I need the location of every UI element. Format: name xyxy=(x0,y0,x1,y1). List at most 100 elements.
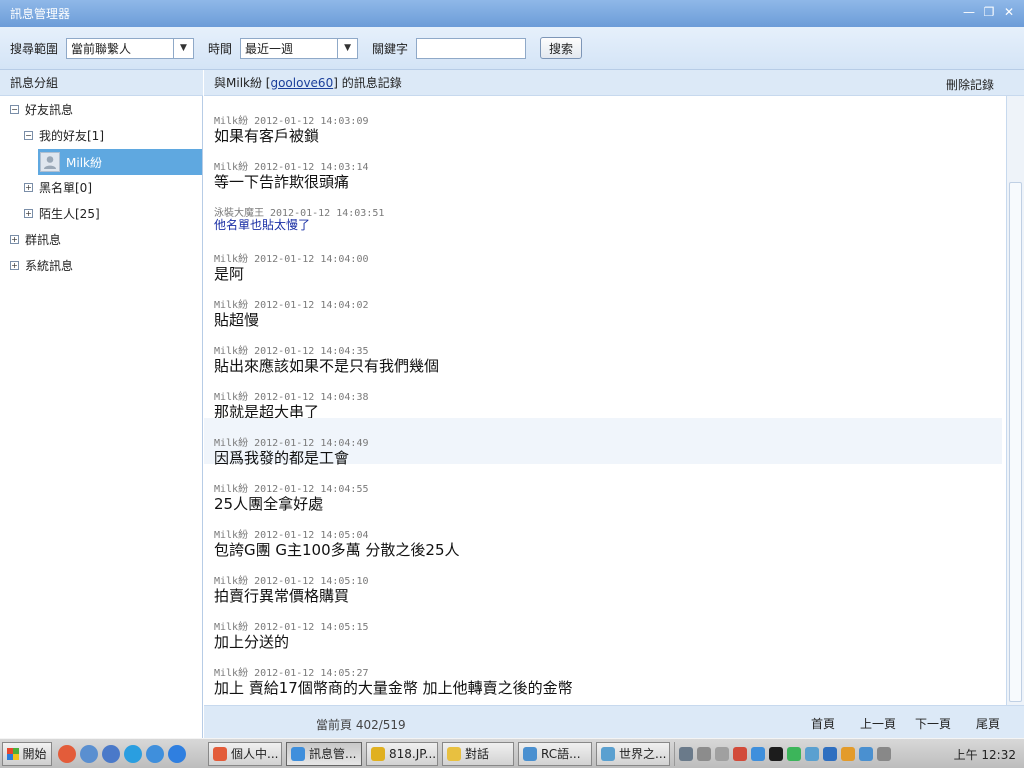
expand-icon[interactable]: + xyxy=(10,234,19,244)
group-header-label: 訊息分組 xyxy=(10,76,59,90)
message-item: Milk紛 2012-01-12 14:03:09 如果有客戶被鎖 xyxy=(204,96,1002,145)
taskbar-button[interactable]: 對話 xyxy=(442,741,514,766)
tray-icon[interactable] xyxy=(697,747,711,761)
tray-icon[interactable] xyxy=(733,747,747,761)
history-header-prefix: 與Milk紛 [ xyxy=(214,76,271,90)
time-select[interactable]: 最近一週 ▼ xyxy=(240,37,359,59)
window-title: 訊息管理器 xyxy=(10,7,71,21)
expand-icon[interactable]: + xyxy=(24,182,33,192)
minimize-icon[interactable]: — xyxy=(962,5,976,19)
keyword-input[interactable] xyxy=(416,37,527,59)
app-icon xyxy=(447,746,461,761)
taskbar-button[interactable]: 世界之... xyxy=(596,741,670,766)
scrollbar-thumb[interactable] xyxy=(1009,182,1022,702)
tree-item-strangers[interactable]: + 陌生人[25] xyxy=(24,200,100,226)
scope-label: 搜尋範圍 xyxy=(10,41,59,56)
system-tray: 上午 12:32 xyxy=(674,742,1024,766)
delete-records-button[interactable]: 刪除記錄 xyxy=(946,76,994,93)
taskbar-button[interactable]: RC語... xyxy=(518,741,592,766)
tree-item-groups[interactable]: + 群訊息 xyxy=(10,226,61,252)
taskbar-button-label: 世界之... xyxy=(619,747,667,761)
expand-icon[interactable]: + xyxy=(24,208,33,218)
message-text: 他名單也貼太慢了 xyxy=(214,218,311,232)
next-page-button[interactable]: 下一頁 xyxy=(915,715,951,732)
message-time: 2012-01-12 14:04:00 xyxy=(254,254,369,265)
task-buttons: 個人中... 訊息管... 818.JP... 對話 RC語... 世界之... xyxy=(204,741,670,766)
message-item: Milk紛 2012-01-12 14:05:27 加上 賣給17個幣商的大量金幣 … xyxy=(204,648,1002,697)
group-header: 訊息分組 xyxy=(0,70,203,96)
close-icon[interactable]: ✕ xyxy=(1002,5,1016,19)
group-tree: − 好友訊息 − 我的好友[1] Milk紛 + 黑名單[0] + 陌生人[25… xyxy=(0,96,203,738)
skype-icon[interactable] xyxy=(124,744,142,763)
tree-item-my-friends[interactable]: − 我的好友[1] xyxy=(24,122,104,148)
search-toolbar: 搜尋範圍 當前聯繫人 ▼ 時間 最近一週 ▼ 關鍵字 搜索 xyxy=(0,27,1024,70)
chevron-down-icon[interactable]: ▼ xyxy=(337,38,357,58)
scrollbar[interactable] xyxy=(1006,96,1024,705)
chevron-down-icon[interactable]: ▼ xyxy=(173,38,193,58)
collapse-icon[interactable]: − xyxy=(24,130,33,140)
start-button[interactable]: 開始 xyxy=(2,741,52,766)
taskbar-button-label: RC語... xyxy=(541,747,581,761)
tree-item-contact[interactable]: Milk紛 xyxy=(38,149,202,175)
tree-item-label: 陌生人[25] xyxy=(39,206,100,221)
tree-item-label: 黑名單[0] xyxy=(39,180,92,195)
page-indicator: 當前頁 402/519 xyxy=(316,718,406,732)
tray-icon[interactable] xyxy=(715,747,729,761)
chrome-icon[interactable] xyxy=(58,744,76,763)
app-icon xyxy=(371,746,385,761)
tray-icon[interactable] xyxy=(859,747,873,761)
tray-icon[interactable] xyxy=(769,747,783,761)
message-item: Milk紛 2012-01-12 14:04:35 貼出來應該如果不是只有我們幾個 xyxy=(204,326,1002,375)
message-list: Milk紛 2012-01-12 14:03:09 如果有客戶被鎖 Milk紛 2012… xyxy=(204,96,1006,705)
qq-icon[interactable] xyxy=(102,744,120,763)
tray-icon[interactable] xyxy=(823,747,837,761)
taskbar: 開始 個人中... 訊息管... 818.JP... 對話 RC語... 世界之... 上… xyxy=(0,738,1024,768)
app-icon xyxy=(601,746,615,761)
app-icon xyxy=(291,746,305,761)
taskbar-button[interactable]: 訊息管... xyxy=(286,741,362,766)
tree-item-label: 群訊息 xyxy=(25,232,62,247)
history-header-suffix: ] 的訊息記錄 xyxy=(333,76,402,90)
taskbar-button[interactable]: 個人中... xyxy=(208,741,282,766)
tray-icon[interactable] xyxy=(877,747,891,761)
tree-item-friends[interactable]: − 好友訊息 xyxy=(10,96,73,122)
app-icon xyxy=(213,746,227,761)
media-player-icon[interactable] xyxy=(80,744,98,763)
taskbar-button-label: 818.JP... xyxy=(389,746,437,761)
taskbar-button[interactable]: 818.JP... xyxy=(366,741,438,766)
first-page-button[interactable]: 首頁 xyxy=(811,715,835,732)
message-item: 泳裝大魔王 2012-01-12 14:03:51 他名單也貼太慢了 xyxy=(204,188,1002,234)
tray-icon[interactable] xyxy=(805,747,819,761)
restore-icon[interactable]: ❐ xyxy=(982,5,996,19)
message-time: 2012-01-12 14:04:02 xyxy=(254,300,369,311)
time-value: 最近一週 xyxy=(245,41,294,56)
tray-icon[interactable] xyxy=(841,747,855,761)
collapse-icon[interactable]: − xyxy=(10,104,19,114)
ie-icon[interactable] xyxy=(168,744,186,763)
taskbar-button-label: 訊息管... xyxy=(309,747,357,761)
taskbar-button-label: 個人中... xyxy=(231,747,279,761)
message-item: Milk紛 2012-01-12 14:03:14 等一下告詐欺很頭痛 xyxy=(204,142,1002,191)
tray-icon[interactable] xyxy=(787,747,801,761)
rc-icon[interactable] xyxy=(146,744,164,763)
clock: 上午 12:32 xyxy=(953,747,1016,762)
prev-page-button[interactable]: 上一頁 xyxy=(860,715,896,732)
message-item: Milk紛 2012-01-12 14:05:04 包誇G團 G主100多萬 分散之… xyxy=(204,510,1002,559)
contact-id-link[interactable]: goolove60 xyxy=(270,76,333,90)
tree-item-label: 我的好友[1] xyxy=(39,128,104,143)
windows-logo-icon xyxy=(7,747,20,760)
last-page-button[interactable]: 尾頁 xyxy=(976,715,1000,732)
search-button[interactable]: 搜索 xyxy=(540,37,583,59)
message-item: Milk紛 2012-01-12 14:04:02 貼超慢 xyxy=(204,280,1002,329)
expand-icon[interactable]: + xyxy=(10,260,19,270)
scope-select[interactable]: 當前聯繫人 ▼ xyxy=(66,37,195,59)
tree-item-blacklist[interactable]: + 黑名單[0] xyxy=(24,174,92,200)
scope-value: 當前聯繫人 xyxy=(71,41,132,56)
tray-icon[interactable] xyxy=(679,747,693,761)
tray-icon[interactable] xyxy=(751,747,765,761)
title-bar: 訊息管理器 — ❐ ✕ xyxy=(0,0,1024,27)
message-item: Milk紛 2012-01-12 14:04:00 是阿 xyxy=(204,234,1002,283)
app-icon xyxy=(523,746,537,761)
tree-item-system[interactable]: + 系統訊息 xyxy=(10,252,73,278)
taskbar-button-label: 對話 xyxy=(465,747,490,761)
